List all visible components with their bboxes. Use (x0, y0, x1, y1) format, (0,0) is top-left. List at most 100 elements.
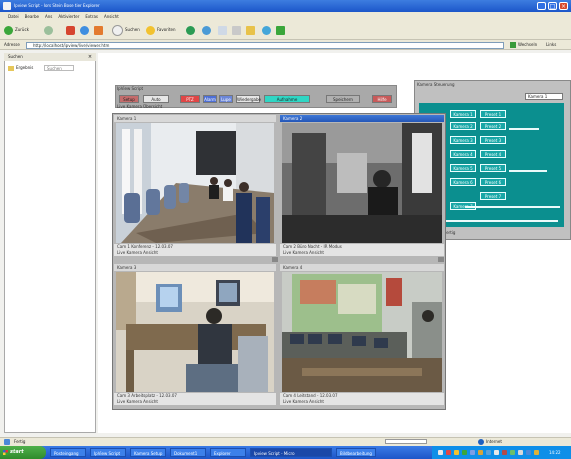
refresh-icon (80, 25, 89, 35)
menu-item-file[interactable]: Datei (8, 14, 19, 19)
stop-button[interactable] (66, 24, 77, 36)
search-icon (112, 24, 123, 36)
tray-app-icon[interactable] (534, 450, 539, 455)
taskbar-item[interactable]: Explorer (210, 448, 246, 457)
maximize-button[interactable]: □ (548, 2, 557, 10)
search-label: Suchen (125, 27, 140, 32)
home-icon (94, 25, 103, 35)
playback-button[interactable]: Wiedergabe (236, 95, 261, 103)
save-button[interactable]: Speichern (326, 95, 360, 103)
favorites-button[interactable]: Favoriten (146, 24, 176, 36)
go-button[interactable]: Wechseln (510, 41, 540, 49)
auto-button[interactable]: Auto (143, 95, 169, 103)
panel-camera-button[interactable]: Kamera 6 (450, 178, 476, 186)
tray-app-icon[interactable] (518, 450, 523, 455)
panel-slider-track[interactable] (465, 206, 560, 208)
security-zone: Internet (486, 439, 502, 444)
edit-button[interactable] (246, 24, 257, 36)
ptz-button[interactable]: PTZ (180, 95, 200, 103)
panel-camera-select[interactable]: Kamera 1 (525, 93, 563, 100)
forward-arrow-icon (44, 25, 53, 35)
sidebar-item-label: Ergebnis (16, 65, 34, 70)
close-button[interactable]: × (559, 2, 568, 10)
taskbar-item[interactable]: Posteingang (50, 448, 86, 457)
tray-app-icon[interactable] (526, 450, 531, 455)
panel-preset-button[interactable]: Preset 6 (480, 178, 506, 186)
office-night-image (282, 123, 442, 243)
sidebar-search-input[interactable]: Suchen (44, 65, 74, 71)
messenger-button[interactable] (262, 24, 273, 36)
camera-1-view[interactable] (116, 123, 274, 243)
tray-app-icon[interactable] (510, 450, 515, 455)
history-icon (202, 25, 211, 35)
tray-volume-icon[interactable] (470, 450, 475, 455)
camera-2-view[interactable] (282, 123, 442, 243)
history-button[interactable] (202, 24, 213, 36)
grid-resize-handle[interactable] (438, 257, 444, 262)
tray-app-icon[interactable] (486, 450, 491, 455)
zoom-button[interactable]: Lupe (219, 95, 233, 103)
setup-button[interactable]: Setup (119, 95, 139, 103)
taskbar-item-active[interactable]: Ipview Script - Micro (250, 448, 332, 457)
explorer-sidebar (4, 53, 96, 433)
panel-preset-button[interactable]: Preset 3 (480, 136, 506, 144)
tray-antivirus-icon[interactable] (446, 450, 451, 455)
tray-app-icon[interactable] (478, 450, 483, 455)
panel-preset-button[interactable]: Preset 2 (480, 122, 506, 130)
sidebar-close-button[interactable]: × (86, 53, 94, 61)
tray-messenger-icon[interactable] (454, 450, 459, 455)
start-button[interactable]: start (0, 446, 46, 459)
print-button[interactable] (232, 24, 243, 36)
taskbar-item[interactable]: IpView Script (90, 448, 126, 457)
camera-4-view[interactable] (282, 272, 442, 392)
address-input[interactable]: http://localhost/ipview/live/viewer.htm (26, 42, 504, 49)
panel-preset-button[interactable]: Preset 7 (480, 192, 506, 200)
mail-button[interactable] (218, 24, 229, 36)
camera-1-subcaption: Live Kamera Ansicht (114, 250, 276, 256)
taskbar-item[interactable]: Dokument1 (170, 448, 206, 457)
menu-item-tools[interactable]: Extras (85, 14, 98, 19)
media-button[interactable] (186, 24, 197, 36)
stop-icon (66, 25, 75, 35)
home-button[interactable] (94, 24, 105, 36)
tray-app-icon[interactable] (502, 450, 507, 455)
panel-camera-button[interactable]: Kamera 3 (450, 136, 476, 144)
menu-item-edit[interactable]: Bearbe (25, 14, 39, 19)
taskbar-item[interactable]: Bildbearbeitung (336, 448, 376, 457)
panel-preset-button[interactable]: Preset 4 (480, 150, 506, 158)
panel-camera-button[interactable]: Kamera 1 (450, 110, 476, 118)
camera-4-header[interactable]: Kamera 4 (280, 264, 444, 271)
forward-button[interactable] (44, 24, 55, 36)
menu-item-help[interactable]: Ansicht (104, 14, 119, 19)
record-button[interactable]: Aufnahme (264, 95, 310, 103)
refresh-button[interactable] (80, 24, 91, 36)
grid-resize-handle[interactable] (272, 257, 278, 262)
alarm-button[interactable]: Alarm (203, 95, 217, 103)
camera-1-header[interactable]: Kamera 1 (114, 115, 276, 122)
camera-3-view[interactable] (116, 272, 274, 392)
status-text: Fertig (14, 439, 26, 444)
camera-3-subcaption: Live Kamera Ansicht (114, 399, 276, 405)
panel-camera-button[interactable]: Kamera 4 (450, 150, 476, 158)
search-button[interactable]: Suchen (112, 24, 140, 36)
menu-item-view[interactable]: Ans (45, 14, 52, 19)
research-button[interactable] (276, 24, 287, 36)
camera-2-header[interactable]: Kamera 2 (280, 115, 444, 122)
help-button[interactable]: Hilfe (372, 95, 392, 103)
panel-preset-button[interactable]: Preset 1 (480, 110, 506, 118)
panel-camera-button[interactable]: Kamera 5 (450, 164, 476, 172)
tray-update-icon[interactable] (462, 450, 467, 455)
taskbar-item[interactable]: Kamera Setup (130, 448, 166, 457)
tray-network-icon[interactable] (438, 450, 443, 455)
back-arrow-icon (4, 25, 13, 35)
camera-3-header[interactable]: Kamera 3 (114, 264, 276, 271)
menu-item-favorites[interactable]: Aktivierter (58, 14, 79, 19)
panel-preset-button[interactable]: Preset 5 (480, 164, 506, 172)
tray-app-icon[interactable] (494, 450, 499, 455)
panel-divider (509, 128, 539, 130)
minimize-button[interactable]: _ (537, 2, 546, 10)
page-icon (4, 439, 10, 445)
links-button[interactable]: Links (546, 42, 556, 47)
panel-camera-button[interactable]: Kamera 2 (450, 122, 476, 130)
back-button[interactable]: Zurück (4, 24, 29, 36)
